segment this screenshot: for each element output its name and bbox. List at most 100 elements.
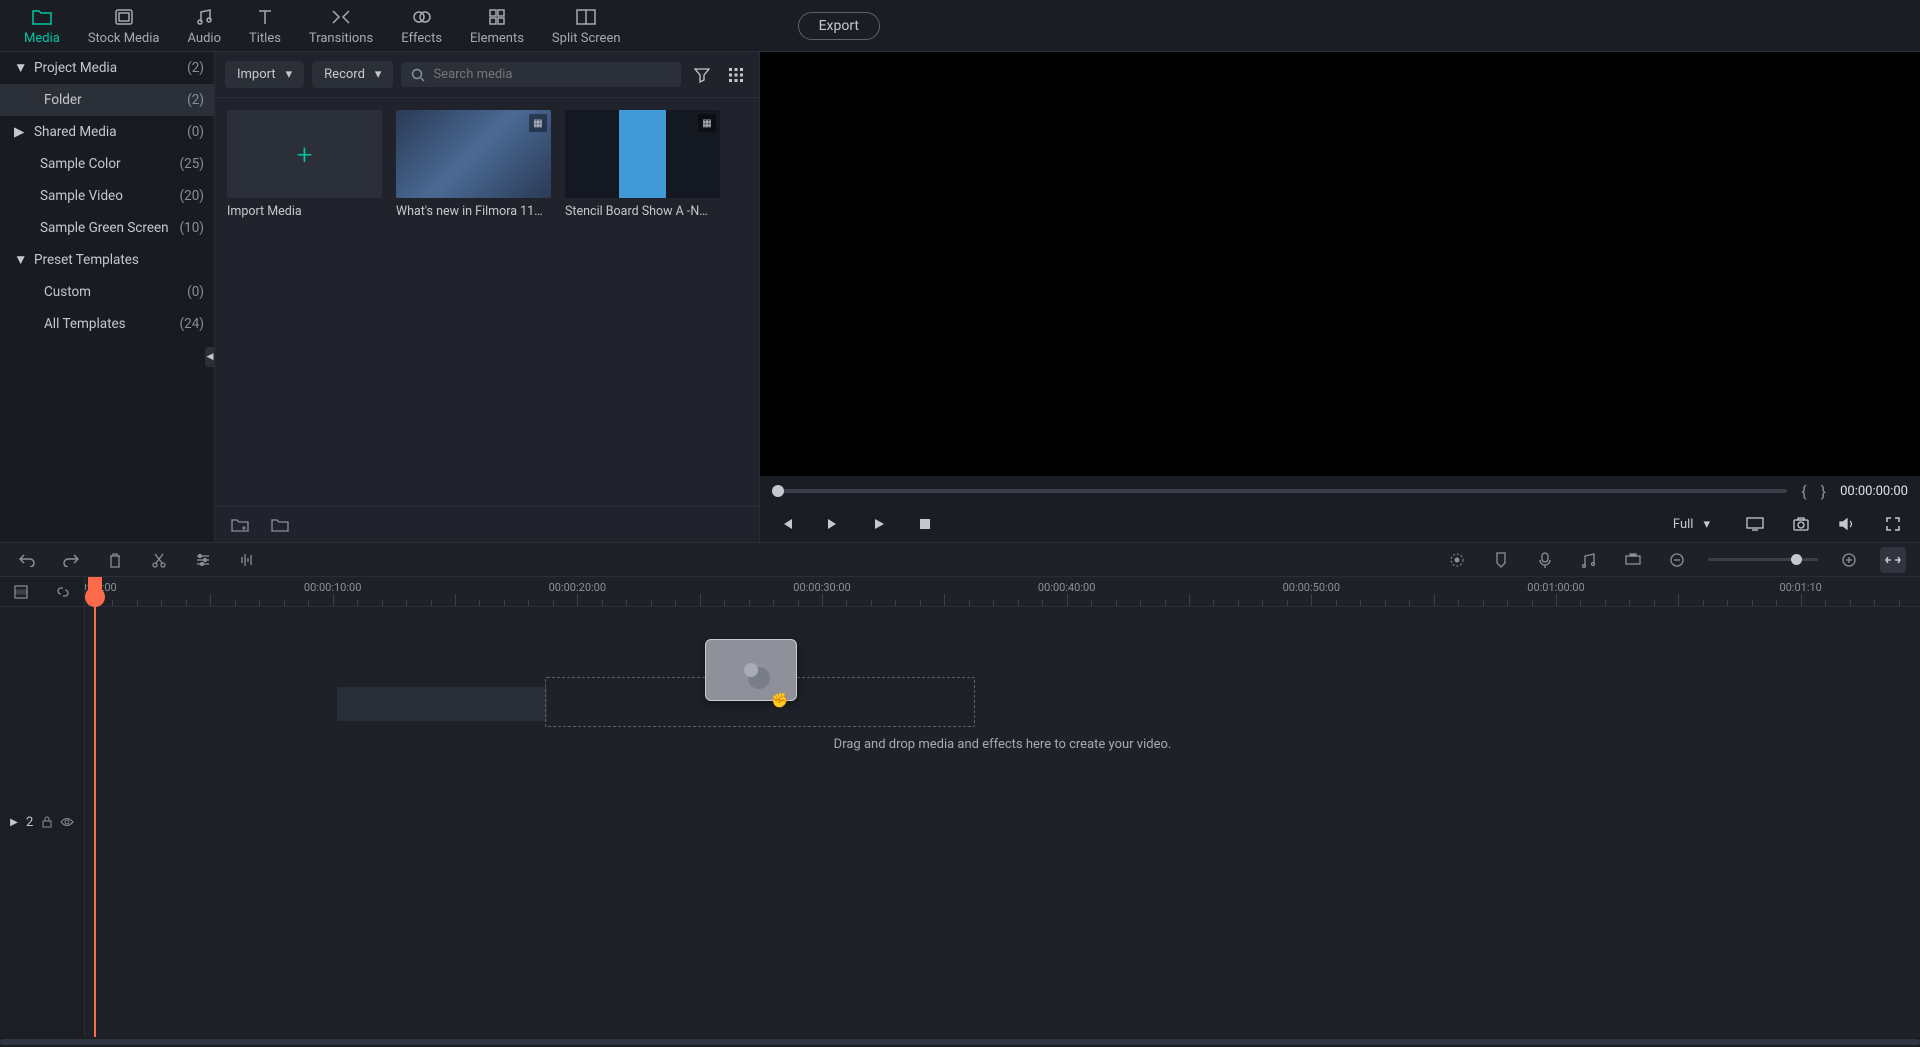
chevron-right-icon: ▶: [14, 124, 28, 140]
sidebar-item-label: Folder: [44, 92, 187, 108]
search-input[interactable]: [433, 67, 671, 82]
sidebar-collapse-handle[interactable]: ◀: [205, 347, 215, 367]
step-forward-button[interactable]: [820, 511, 846, 537]
zoom-fit-button[interactable]: [1880, 547, 1906, 573]
play-button[interactable]: [866, 511, 892, 537]
sidebar-item-label: All Templates: [44, 316, 180, 332]
open-folder-button[interactable]: [267, 512, 293, 538]
grid-view-button[interactable]: [723, 62, 749, 88]
tab-label: Titles: [249, 31, 281, 46]
filter-button[interactable]: [689, 62, 715, 88]
chevron-down-icon: ▾: [1703, 517, 1710, 532]
scrub-track[interactable]: [772, 489, 1787, 493]
drag-ghost: [705, 639, 797, 701]
video-badge-icon: ▦: [698, 114, 716, 132]
sidebar-item-custom[interactable]: Custom (0): [0, 276, 214, 308]
record-label: Record: [324, 67, 365, 82]
tab-media[interactable]: Media: [10, 0, 74, 52]
preview-canvas[interactable]: [760, 52, 1920, 476]
marker-button[interactable]: [1488, 547, 1514, 573]
preview-panel: { } 00:00:00:00 Full: [760, 52, 1920, 542]
split-button[interactable]: [146, 547, 172, 573]
elements-icon: [486, 6, 508, 28]
undo-button[interactable]: [14, 547, 40, 573]
sidebar-item-shared-media[interactable]: ▶ Shared Media (0): [0, 116, 214, 148]
tracks-area[interactable]: 00:00:00:0000:00:10:0000:00:20:0000:00:3…: [85, 577, 1920, 1037]
zoom-in-button[interactable]: [1836, 547, 1862, 573]
zoom-slider[interactable]: [1708, 558, 1818, 561]
media-card-name: Import Media: [227, 204, 382, 219]
keyframe-button[interactable]: [1620, 547, 1646, 573]
new-folder-button[interactable]: [227, 512, 253, 538]
media-card[interactable]: ▦ Stencil Board Show A -N…: [565, 110, 720, 219]
audio-mixer-button[interactable]: [1576, 547, 1602, 573]
delete-button[interactable]: [102, 547, 128, 573]
chevron-down-icon: ▾: [375, 67, 382, 82]
search-input-wrapper: [401, 62, 681, 87]
ruler-timecode: 00:00:50:00: [1283, 581, 1340, 594]
snapshot-button[interactable]: [1788, 511, 1814, 537]
tab-audio[interactable]: Audio: [174, 0, 235, 52]
volume-button[interactable]: [1834, 511, 1860, 537]
sidebar-item-folder[interactable]: Folder (2): [0, 84, 214, 116]
sidebar-item-sample-video[interactable]: Sample Video (20): [0, 180, 214, 212]
sidebar-item-preset-templates[interactable]: ▼ Preset Templates: [0, 244, 214, 276]
sidebar-item-count: (0): [187, 124, 204, 140]
redo-button[interactable]: [58, 547, 84, 573]
media-card-name: What's new in Filmora 11…: [396, 204, 551, 219]
track-row-header: ▶ 2: [0, 607, 84, 1037]
zoom-out-button[interactable]: [1664, 547, 1690, 573]
sidebar-item-sample-color[interactable]: Sample Color (25): [0, 148, 214, 180]
grab-cursor-icon: ✊: [771, 693, 788, 709]
split-icon: [575, 6, 597, 28]
visibility-icon[interactable]: [60, 817, 74, 827]
preview-scrub-bar: { } 00:00:00:00: [760, 476, 1920, 506]
stop-button[interactable]: [912, 511, 938, 537]
scrub-handle[interactable]: [772, 485, 784, 497]
sidebar-item-label: Sample Color: [40, 156, 180, 172]
fullscreen-button[interactable]: [1880, 511, 1906, 537]
zoom-slider-knob[interactable]: [1791, 554, 1802, 565]
link-tracks-button[interactable]: [50, 579, 76, 605]
record-dropdown[interactable]: Record ▾: [312, 61, 393, 88]
mark-in-icon[interactable]: {: [1801, 482, 1806, 501]
import-dropdown[interactable]: Import ▾: [225, 61, 304, 88]
tab-transitions[interactable]: Transitions: [295, 0, 387, 52]
mark-out-icon[interactable]: }: [1821, 482, 1826, 501]
sidebar-item-count: (20): [180, 188, 205, 204]
step-back-button[interactable]: [774, 511, 800, 537]
media-card[interactable]: ▦ What's new in Filmora 11…: [396, 110, 551, 219]
audio-tools-button[interactable]: [234, 547, 260, 573]
display-mode-button[interactable]: [1742, 511, 1768, 537]
export-button[interactable]: Export: [798, 12, 880, 40]
tab-label: Audio: [188, 31, 221, 46]
ruler-timecode: 00:01:00:00: [1527, 581, 1584, 594]
media-card-name: Stencil Board Show A -N…: [565, 204, 720, 219]
tab-label: Stock Media: [88, 31, 160, 46]
sidebar-item-count: (2): [187, 60, 204, 76]
track-options-button[interactable]: [8, 579, 34, 605]
sidebar-item-label: Project Media: [34, 60, 187, 76]
lock-icon[interactable]: [42, 816, 52, 828]
timeline-ruler[interactable]: 00:00:00:0000:00:10:0000:00:20:0000:00:3…: [85, 577, 1920, 607]
sidebar-item-label: Sample Video: [40, 188, 180, 204]
voiceover-button[interactable]: [1532, 547, 1558, 573]
sidebar-item-all-templates[interactable]: All Templates (24): [0, 308, 214, 340]
tab-effects[interactable]: Effects: [387, 0, 456, 52]
crop-button[interactable]: [190, 547, 216, 573]
timeline-body: ▶ 2 00:00:00:0000:00:10:0000:00:20:0000:…: [0, 577, 1920, 1037]
playhead[interactable]: [88, 577, 105, 1037]
tab-stock-media[interactable]: Stock Media: [74, 0, 174, 52]
timeline-h-scrollbar[interactable]: [0, 1037, 1920, 1047]
sidebar-item-label: Preset Templates: [34, 252, 204, 268]
tab-titles[interactable]: Titles: [235, 0, 295, 52]
tab-split-screen[interactable]: Split Screen: [538, 0, 635, 52]
import-media-card[interactable]: + Import Media: [227, 110, 382, 219]
preview-quality-dropdown[interactable]: Full ▾: [1661, 511, 1722, 538]
tab-elements[interactable]: Elements: [456, 0, 538, 52]
sidebar-item-sample-green-screen[interactable]: Sample Green Screen (10): [0, 212, 214, 244]
render-preview-button[interactable]: [1444, 547, 1470, 573]
dropzone-preview: [337, 687, 547, 721]
media-thumbnail: ▦: [565, 110, 720, 198]
sidebar-item-project-media[interactable]: ▼ Project Media (2): [0, 52, 214, 84]
